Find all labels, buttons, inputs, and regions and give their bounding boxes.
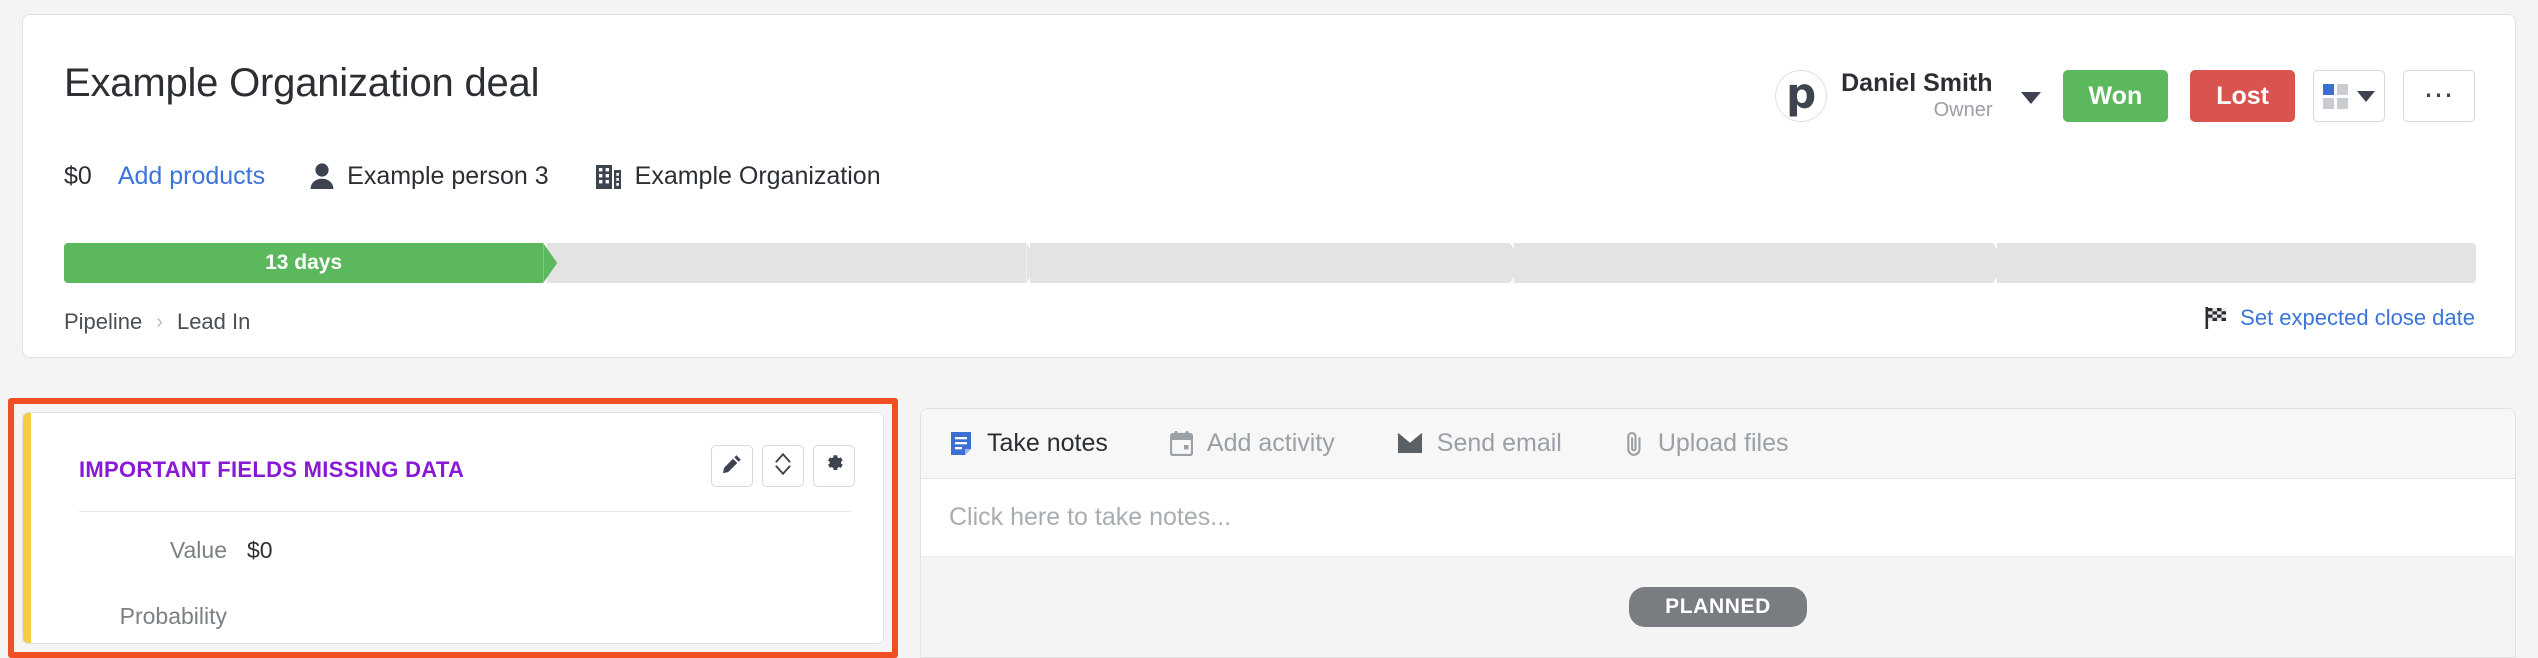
important-fields-heading: IMPORTANT FIELDS MISSING DATA (79, 457, 465, 482)
field-label: Value (169, 537, 227, 563)
deal-organization-label: Example Organization (634, 161, 881, 190)
edit-button[interactable] (711, 445, 753, 487)
note-input[interactable]: Click here to take notes... (921, 479, 2515, 557)
tab-take-notes[interactable]: Take notes (949, 429, 1108, 458)
calendar-icon (1169, 431, 1193, 456)
set-expected-close-date-label: Set expected close date (2240, 305, 2475, 330)
deal-meta-row: $0 Add products Example person 3 Example… (64, 160, 927, 192)
avatar[interactable]: p (1775, 69, 1828, 122)
chevron-up-down-icon (775, 452, 791, 480)
field-row: Probability (79, 603, 851, 630)
field-label: Probability (119, 603, 227, 629)
layout-switch-button[interactable] (2313, 70, 2385, 122)
note-icon (949, 431, 973, 456)
avatar-letter: p (1786, 69, 1817, 118)
breadcrumb: Pipeline › Lead In (64, 309, 250, 335)
pipeline-stage-label: 13 days (265, 251, 343, 274)
paperclip-icon (1624, 431, 1644, 457)
owner-name: Daniel Smith (1841, 69, 1993, 97)
gear-icon (824, 453, 845, 479)
grid-icon (2323, 83, 2348, 109)
add-products-link[interactable]: Add products (118, 162, 265, 191)
chevron-down-icon (2357, 90, 2375, 102)
organization-icon (595, 162, 623, 190)
won-button[interactable]: Won (2062, 70, 2169, 122)
chevron-down-icon[interactable] (2020, 92, 2041, 104)
tab-label: Add activity (1206, 429, 1335, 457)
deal-header-card: Example Organization deal $0 Add product… (22, 14, 2516, 358)
deal-organization[interactable]: Example Organization (595, 162, 881, 191)
planned-section: PLANNED (921, 557, 2515, 657)
page-title: Example Organization deal (64, 61, 540, 105)
envelope-icon (1397, 433, 1423, 454)
divider (79, 511, 851, 512)
pipeline-stage[interactable] (547, 243, 1027, 283)
card-accent-bar (23, 413, 31, 643)
tab-upload-files[interactable]: Upload files (1624, 429, 1789, 458)
owner-role: Owner (1933, 99, 1993, 121)
owner-info[interactable]: Daniel Smith Owner (1841, 69, 1992, 123)
deal-person[interactable]: Example person 3 (309, 162, 549, 191)
deal-person-label: Example person 3 (347, 161, 549, 190)
lost-button[interactable]: Lost (2190, 70, 2295, 122)
tab-label: Take notes (987, 429, 1108, 457)
person-icon (309, 162, 335, 190)
pipeline-stage[interactable]: 13 days (64, 243, 544, 283)
field-row: Value $0 (79, 537, 851, 564)
status-badge: PLANNED (1629, 587, 1807, 627)
note-placeholder: Click here to take notes... (949, 503, 1232, 531)
tab-label: Send email (1436, 429, 1562, 457)
breadcrumb-separator-icon: › (156, 310, 163, 333)
more-options-button[interactable]: ⋯ (2403, 70, 2475, 122)
deal-amount: $0 (64, 161, 92, 190)
important-fields-card: IMPORTANT FIELDS MISSING DATA Value $0 P… (22, 412, 884, 644)
ellipsis-icon: ⋯ (2423, 79, 2455, 112)
field-value[interactable]: $0 (247, 537, 273, 564)
breadcrumb-stage[interactable]: Lead In (177, 309, 250, 335)
reorder-button[interactable] (762, 445, 804, 487)
settings-button[interactable] (813, 445, 855, 487)
pipeline-stage-bar: 13 days (64, 243, 2477, 283)
important-fields-toolbar (711, 445, 855, 487)
tab-add-activity[interactable]: Add activity (1169, 429, 1335, 458)
set-expected-close-date-link[interactable]: Set expected close date (2204, 305, 2475, 331)
tab-send-email[interactable]: Send email (1397, 429, 1562, 458)
checkered-flag-icon (2204, 307, 2228, 329)
owner-and-actions: p Daniel Smith Owner Won Lost ⋯ (1775, 65, 2475, 127)
breadcrumb-pipeline[interactable]: Pipeline (64, 309, 142, 335)
pipeline-stage[interactable] (1996, 243, 2477, 283)
pencil-icon (722, 454, 742, 479)
pipeline-stage[interactable] (1513, 243, 1993, 283)
activity-tabs: Take notes Add activity Send email Uploa… (921, 409, 2515, 479)
activity-panel: Take notes Add activity Send email Uploa… (920, 408, 2516, 658)
tab-label: Upload files (1657, 429, 1789, 457)
pipeline-stage[interactable] (1030, 243, 1510, 283)
